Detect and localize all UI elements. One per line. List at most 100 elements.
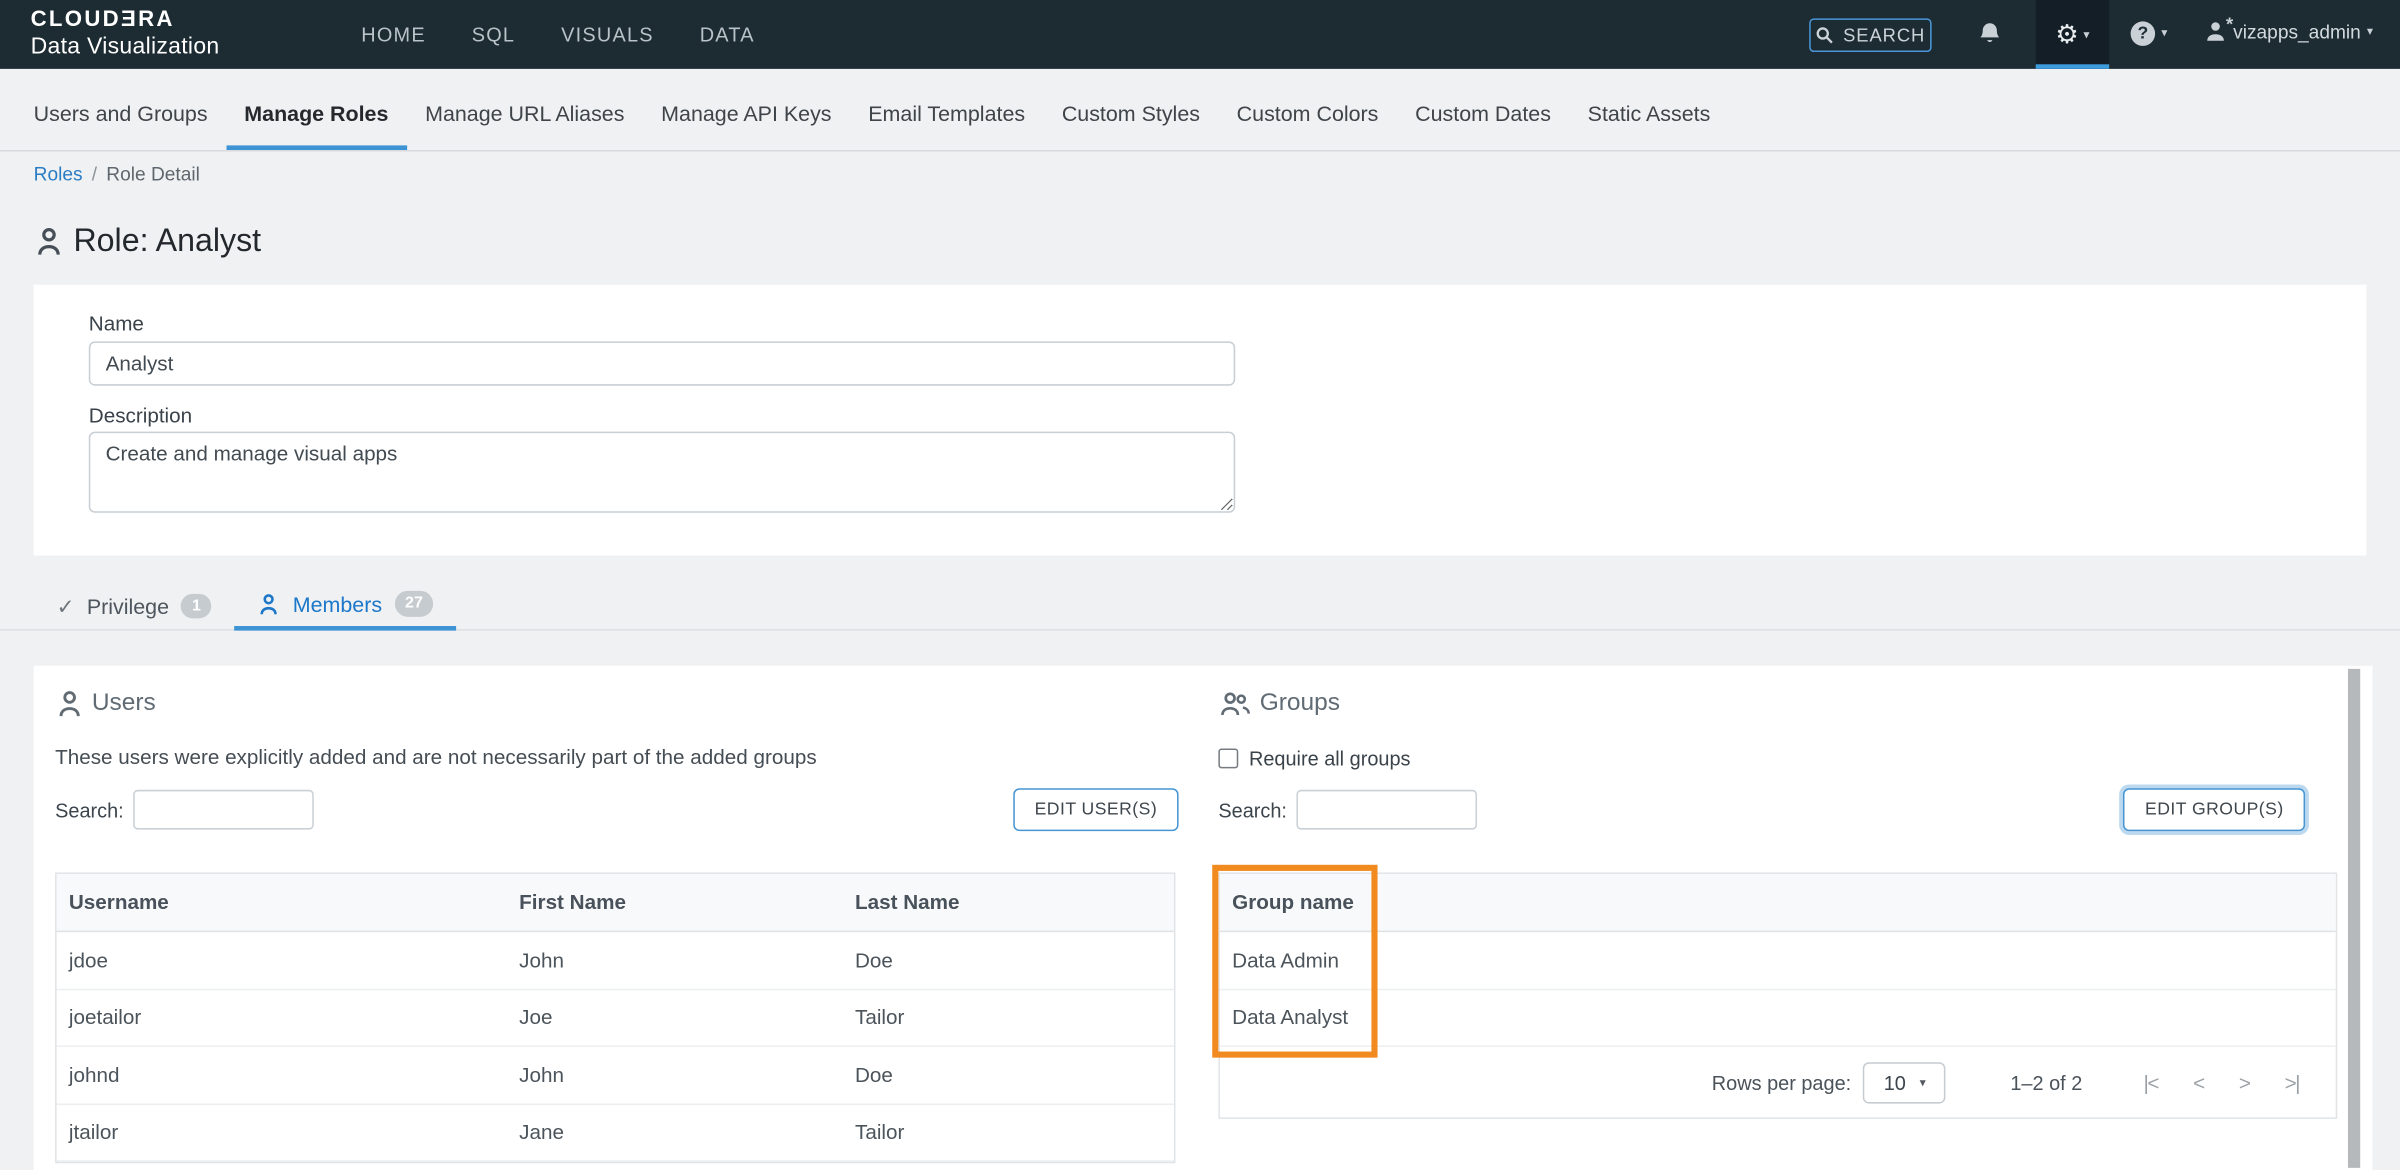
users-search-label: Search:: [55, 798, 124, 821]
edit-groups-button[interactable]: EDIT GROUP(S): [2124, 788, 2306, 831]
cloudera-logo[interactable]: CLOUDƎRA Data Visualization: [31, 8, 220, 60]
require-all-groups-label: Require all groups: [1249, 747, 1411, 770]
tab-members[interactable]: Members 27: [235, 582, 457, 631]
settings-menu[interactable]: ⚙ ▾: [2036, 0, 2109, 69]
table-row: Data Admin: [1220, 932, 2336, 989]
col-header-first-name: First Name: [507, 891, 843, 914]
cell-username: jtailor: [57, 1121, 507, 1144]
tab-privilege[interactable]: ✓ Privilege 1: [34, 582, 235, 631]
breadcrumb-roles-link[interactable]: Roles: [34, 164, 83, 185]
nav-visuals[interactable]: VISUALS: [561, 23, 654, 46]
chevron-down-icon: ▾: [2083, 28, 2089, 40]
tab-custom-colors[interactable]: Custom Colors: [1218, 78, 1396, 150]
notifications-button[interactable]: [1978, 21, 2002, 47]
chevron-down-icon: ▾: [2161, 28, 2167, 40]
require-all-groups-row: Require all groups: [1218, 747, 1410, 770]
top-navbar: CLOUDƎRA Data Visualization HOME SQL VIS…: [0, 0, 2400, 69]
tab-manage-roles[interactable]: Manage Roles: [226, 78, 407, 150]
description-label: Description: [89, 404, 192, 427]
tab-manage-api-keys[interactable]: Manage API Keys: [643, 78, 850, 150]
breadcrumb-separator: /: [92, 164, 97, 185]
groups-section: Groups Require all groups Search: EDIT G…: [1218, 666, 2337, 1170]
vertical-scrollbar[interactable]: [2348, 669, 2360, 1168]
role-detail-tabs: ✓ Privilege 1 Members 27: [0, 582, 2400, 631]
users-icon: [55, 689, 84, 720]
chevron-down-icon: ▾: [2367, 25, 2373, 37]
search-button[interactable]: SEARCH: [1809, 18, 1931, 52]
groups-section-header: Groups: [1218, 689, 1340, 720]
gear-icon: ⚙: [2055, 21, 2078, 47]
rows-per-page-label: Rows per page:: [1712, 1071, 1851, 1094]
help-menu[interactable]: ? ▾: [2131, 21, 2168, 45]
tab-manage-url-aliases[interactable]: Manage URL Aliases: [407, 78, 643, 150]
table-row: joetailor Joe Tailor: [57, 990, 1174, 1047]
tab-custom-dates[interactable]: Custom Dates: [1397, 78, 1570, 150]
brand-line1: CLOUDƎRA: [31, 8, 220, 32]
name-field[interactable]: [89, 341, 1235, 385]
cell-group-name: Data Admin: [1220, 949, 2336, 972]
cell-last-name: Doe: [843, 949, 1174, 972]
role-user-icon: [34, 225, 65, 259]
first-page-icon[interactable]: |<: [2144, 1071, 2158, 1094]
groups-search-label: Search:: [1218, 798, 1287, 821]
cell-username: johnd: [57, 1063, 507, 1086]
pagination-range: 1–2 of 2: [2010, 1071, 2082, 1094]
users-note: These users were explicitly added and ar…: [55, 745, 817, 768]
bell-icon: [1978, 21, 2002, 47]
last-page-icon[interactable]: >|: [2285, 1071, 2299, 1094]
cell-username: jdoe: [57, 949, 507, 972]
search-icon: [1816, 26, 1834, 44]
groups-search-row: Search:: [1218, 790, 1476, 830]
tab-static-assets[interactable]: Static Assets: [1569, 78, 1728, 150]
description-field[interactable]: Create and manage visual apps: [89, 432, 1235, 513]
groups-search-input[interactable]: [1296, 790, 1477, 830]
search-button-label: SEARCH: [1843, 24, 1925, 45]
admin-tabbar: Users and Groups Manage Roles Manage URL…: [0, 69, 2400, 152]
members-count-badge: 27: [394, 591, 433, 616]
role-form-card: Name Description Create and manage visua…: [34, 285, 2367, 556]
username-label: vizapps_admin: [2233, 21, 2361, 42]
tab-users-and-groups[interactable]: Users and Groups: [15, 78, 226, 150]
next-page-icon[interactable]: >: [2239, 1071, 2250, 1094]
check-icon: ✓: [57, 593, 75, 619]
users-table-header: Username First Name Last Name: [57, 874, 1174, 932]
nav-data[interactable]: DATA: [700, 23, 755, 46]
col-header-last-name: Last Name: [843, 891, 1174, 914]
pagination-controls: |< < > >|: [2144, 1071, 2299, 1094]
users-table: Username First Name Last Name jdoe John …: [55, 872, 1175, 1163]
nav-home[interactable]: HOME: [361, 23, 426, 46]
nav-sql[interactable]: SQL: [472, 23, 516, 46]
cell-first-name: Jane: [507, 1121, 843, 1144]
users-search-input[interactable]: [133, 790, 314, 830]
pagination: Rows per page: 10 ▾ 1–2 of 2 |< < > >|: [1220, 1047, 2336, 1117]
groups-icon: [1218, 689, 1252, 720]
chevron-down-icon: ▾: [1920, 1075, 1926, 1089]
privilege-count-badge: 1: [181, 593, 211, 618]
tab-custom-styles[interactable]: Custom Styles: [1043, 78, 1218, 150]
breadcrumb: Roles / Role Detail: [34, 164, 200, 185]
users-section: Users These users were explicitly added …: [55, 666, 1175, 1170]
require-all-groups-checkbox[interactable]: [1218, 748, 1238, 768]
groups-section-title: Groups: [1260, 690, 1340, 718]
breadcrumb-current: Role Detail: [106, 164, 200, 185]
prev-page-icon[interactable]: <: [2193, 1071, 2204, 1094]
cell-first-name: John: [507, 1063, 843, 1086]
edit-users-button[interactable]: EDIT USER(S): [1013, 788, 1178, 831]
members-user-icon: [258, 592, 281, 616]
page-title: Role: Analyst: [73, 223, 261, 260]
privilege-tab-label: Privilege: [87, 594, 169, 618]
col-header-username: Username: [57, 891, 507, 914]
members-panel: Users These users were explicitly added …: [34, 666, 2373, 1170]
name-label: Name: [89, 312, 144, 335]
rows-per-page-select[interactable]: 10 ▾: [1863, 1061, 1946, 1102]
users-section-header: Users: [55, 689, 156, 720]
tab-email-templates[interactable]: Email Templates: [850, 78, 1044, 150]
rows-per-page-value: 10: [1884, 1071, 1906, 1094]
user-menu[interactable]: vizapps_admin ▾: [2204, 20, 2373, 43]
cell-group-name: Data Analyst: [1220, 1006, 2336, 1029]
table-row: Data Analyst: [1220, 990, 2336, 1047]
page-heading: Role: Analyst: [34, 223, 261, 260]
brand-line2: Data Visualization: [31, 34, 220, 60]
table-row: jdoe John Doe: [57, 932, 1174, 989]
groups-table-header: Group name: [1220, 874, 2336, 932]
